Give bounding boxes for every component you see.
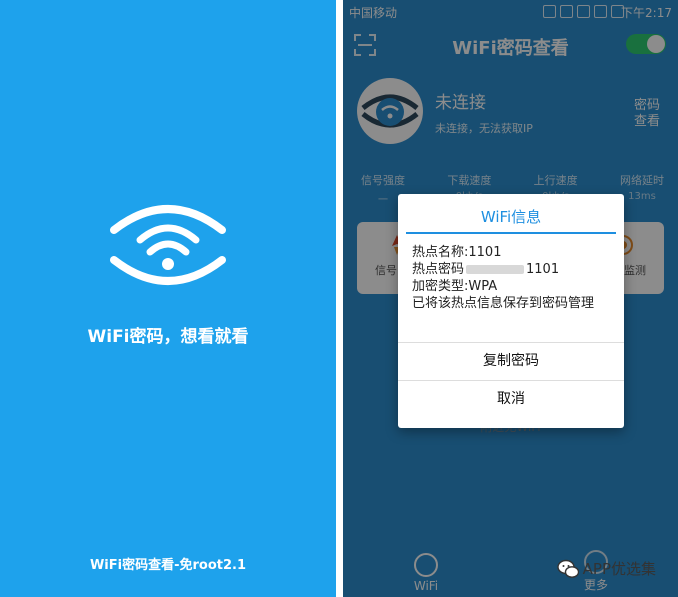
password-line: 热点密码 1101 — [412, 261, 610, 278]
copy-password-button[interactable]: 复制密码 — [398, 342, 624, 379]
splash-footer: WiFi密码查看-免root2.1 — [89, 558, 247, 573]
ssid-line: 热点名称:1101 — [412, 245, 502, 260]
splash-slogan: WiFi密码，想看就看 — [87, 327, 249, 347]
watermark-text: APP优选集 — [582, 560, 656, 578]
cancel-button[interactable]: 取消 — [398, 380, 624, 417]
wifi-info-dialog: WiFi信息 热点名称:1101 热点密码 1101 加密类型:WPA 已将该热点… — [398, 194, 624, 428]
wechat-icon — [556, 559, 579, 578]
password-redaction — [466, 265, 525, 274]
watermark: APP优选集 — [556, 558, 656, 579]
dialog-body: 热点名称:1101 热点密码 1101 加密类型:WPA 已将该热点信息保存到密码… — [398, 234, 624, 312]
splash-screen: WiFi密码，想看就看 WiFi密码查看-免root2.1 — [0, 0, 336, 597]
password-label: 热点密码 — [412, 262, 465, 277]
wifi-eye-logo-icon — [110, 205, 226, 285]
app-main-screen: 中国移动 下午2:17 WiFi密码查看 未连接 未连接，无法获取IP 密码 查… — [343, 0, 678, 597]
password-suffix: 1101 — [526, 262, 560, 277]
saved-note: 已将该热点信息保存到密码管理 — [412, 296, 595, 311]
dialog-title: WiFi信息 — [406, 194, 616, 234]
encryption-line: 加密类型:WPA — [412, 279, 498, 294]
